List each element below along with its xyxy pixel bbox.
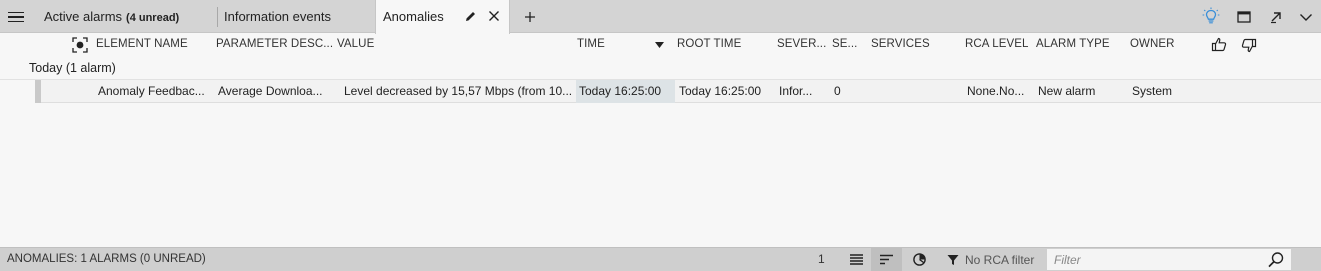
search-icon[interactable]	[1267, 251, 1285, 269]
column-severity[interactable]: SEVER...	[777, 38, 826, 50]
column-root-time[interactable]: ROOT TIME	[677, 38, 741, 50]
close-icon[interactable]	[487, 9, 501, 23]
column-time[interactable]: TIME	[577, 38, 605, 50]
filter-input[interactable]	[1047, 249, 1257, 270]
sort-desc-icon[interactable]	[654, 41, 664, 49]
cell-severity: Infor...	[779, 84, 813, 98]
tab-active-alarms[interactable]: Active alarms (4 unread)	[36, 0, 179, 33]
group-header-today[interactable]: Today (1 alarm)	[29, 61, 116, 75]
column-se[interactable]: SE...	[832, 38, 857, 50]
alarm-count: 1	[818, 252, 825, 266]
cell-element-name: Anomaly Feedbac...	[98, 84, 205, 98]
sort-lines-icon[interactable]	[871, 248, 902, 271]
cell-se: 0	[834, 84, 841, 98]
focus-target-icon[interactable]	[71, 36, 88, 53]
tab-information-events-label: Information events	[224, 9, 331, 24]
tab-bar: Active alarms (4 unread) Information even…	[0, 0, 1321, 34]
column-element-name[interactable]: ELEMENT NAME	[96, 38, 188, 50]
table-row[interactable]: Anomaly Feedbac... Average Downloa... Le…	[35, 80, 1321, 103]
tab-active-alarms-label: Active alarms	[44, 9, 123, 24]
funnel-icon	[947, 254, 959, 266]
rca-filter[interactable]: No RCA filter	[941, 248, 1045, 271]
tab-anomalies-label: Anomalies	[383, 9, 444, 24]
popout-arrow-icon[interactable]	[1268, 9, 1284, 25]
cell-owner: System	[1132, 84, 1173, 98]
column-services[interactable]: SERVICES	[871, 38, 930, 50]
hamburger-icon[interactable]	[6, 8, 26, 26]
column-value[interactable]: VALUE	[337, 38, 374, 50]
column-parameter-description[interactable]: PARAMETER DESC...	[216, 38, 333, 50]
pie-chart-icon[interactable]	[904, 248, 935, 271]
list-view-icon[interactable]	[841, 248, 871, 271]
chevron-down-icon[interactable]	[1298, 9, 1314, 25]
cell-value: Level decreased by 15,57 Mbps (from 10..…	[344, 84, 573, 98]
status-summary: ANOMALIES: 1 ALARMS (0 UNREAD)	[7, 253, 206, 265]
cell-alarm-type: New alarm	[1038, 84, 1096, 98]
filter-box	[1047, 249, 1291, 270]
column-alarm-type[interactable]: ALARM TYPE	[1036, 38, 1110, 50]
window-icon[interactable]	[1236, 9, 1252, 25]
cell-time: Today 16:25:00	[576, 80, 675, 103]
row-severity-marker	[35, 80, 41, 103]
rca-filter-label: No RCA filter	[965, 252, 1035, 267]
unread-count-badge: (4 unread)	[126, 12, 180, 24]
tab-anomalies[interactable]: Anomalies	[375, 0, 510, 34]
column-owner[interactable]: OWNER	[1130, 38, 1175, 50]
thumbs-down-icon[interactable]	[1240, 37, 1258, 54]
plus-icon[interactable]	[522, 9, 538, 25]
column-rca-level[interactable]: RCA LEVEL	[965, 38, 1029, 50]
thumbs-up-icon[interactable]	[1210, 36, 1228, 53]
pencil-icon[interactable]	[463, 9, 477, 23]
column-header-row: ELEMENT NAME PARAMETER DESC... VALUE TIM…	[0, 33, 1321, 57]
tab-information-events[interactable]: Information events	[216, 0, 331, 33]
cell-parameter-description: Average Downloa...	[218, 84, 323, 98]
cell-root-time: Today 16:25:00	[679, 84, 762, 98]
status-bar: ANOMALIES: 1 ALARMS (0 UNREAD) 1 No RCA …	[0, 247, 1321, 271]
cell-rca-level: None.No...	[967, 84, 1025, 98]
lightbulb-icon[interactable]	[1202, 7, 1220, 27]
